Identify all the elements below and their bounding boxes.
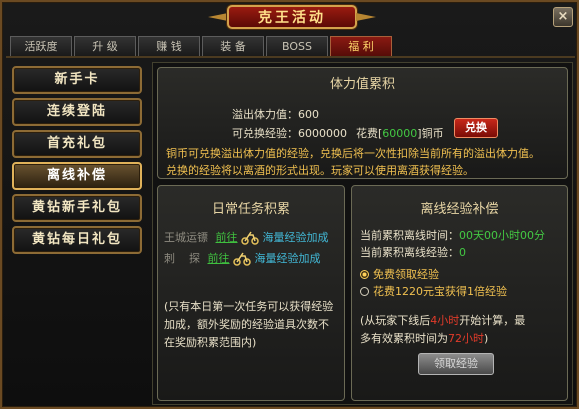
- close-button[interactable]: ×: [553, 7, 573, 27]
- menu-yellow-diamond-newbie[interactable]: 黄钻新手礼包: [12, 194, 142, 222]
- activity-window: 克王活动 × 活跃度 升 级 赚 钱 装 备 BOSS 福 利 新手卡 连续登陆…: [0, 0, 579, 409]
- offline-time-row: 当前累积离线时间：00天00小时00分: [360, 227, 545, 243]
- exchange-button[interactable]: 兑换: [454, 118, 498, 138]
- offline-note-hours: 4小时: [430, 314, 460, 327]
- cost-suffix: ]铜币: [417, 127, 444, 140]
- daily-row-scout: 刺 探 前往 海量经验加成: [164, 250, 321, 266]
- title-ornament-right: [356, 13, 376, 21]
- go-link-escort[interactable]: 前往: [216, 231, 238, 244]
- daily-note-2: 加成，额外奖励的经验道具次数不: [164, 318, 329, 331]
- stamina-note-2: 兑换的经验将以离酒的形式出现。玩家可以使用离酒获得经验。: [166, 164, 474, 177]
- offline-exp-label: 当前累积离线经验：: [360, 246, 459, 259]
- menu-offline-compensation[interactable]: 离线补偿: [12, 162, 142, 190]
- radio-free[interactable]: [360, 269, 369, 279]
- radio-paid[interactable]: [360, 286, 369, 296]
- menu-consecutive-login[interactable]: 连续登陆: [12, 98, 142, 126]
- daily-row-escort: 王城运镖 前往 海量经验加成: [164, 229, 329, 245]
- cost-value: 60000: [382, 127, 418, 140]
- tab-earn-money[interactable]: 赚 钱: [138, 36, 200, 56]
- offline-note-a: (从玩家下线后: [360, 314, 431, 327]
- offline-note-c: 多有效累积时间为: [360, 332, 448, 345]
- window-title: 克王活动: [258, 10, 326, 26]
- offline-exp-row: 当前累积离线经验：0: [360, 244, 466, 260]
- horse-icon: [233, 252, 251, 266]
- offline-note-2: 多有效累积时间为72小时): [360, 330, 488, 346]
- option-free[interactable]: 免费领取经验: [360, 266, 439, 282]
- window-title-plaque: 克王活动: [227, 5, 357, 29]
- tab-activity[interactable]: 活跃度: [10, 36, 72, 56]
- horse-icon: [241, 231, 259, 245]
- offline-note-1: (从玩家下线后4小时开始计算，最: [360, 312, 525, 328]
- exchangeable-label: 可兑换经验：: [232, 127, 298, 140]
- cost-row: 花费[60000]铜币: [356, 125, 444, 141]
- daily-task-panel: 日常任务积累 王城运镖 前往 海量经验加成 刺 探 前往 海量经验加成 (只有本…: [157, 185, 345, 401]
- claim-exp-button[interactable]: 领取经验: [418, 353, 494, 375]
- offline-note-d: ): [484, 332, 489, 345]
- task-name-escort: 王城运镖: [164, 231, 208, 244]
- offline-title: 离线经验补偿: [420, 202, 499, 217]
- offline-time-label: 当前累积离线时间：: [360, 229, 459, 242]
- stamina-note-1: 铜币可兑换溢出体力值的经验，兑换后将一次性扣除当前所有的溢出体力值。: [166, 147, 540, 160]
- stamina-title: 体力值累积: [329, 77, 395, 92]
- daily-note-3: 在奖励积累范围内): [164, 336, 257, 349]
- offline-panel: 离线经验补偿 当前累积离线时间：00天00小时00分 当前累积离线经验：0 免费…: [351, 185, 568, 401]
- exchangeable-row: 可兑换经验：6000000: [232, 125, 347, 141]
- go-link-scout[interactable]: 前往: [208, 252, 230, 265]
- daily-note-1: (只有本日第一次任务可以获得经验: [164, 300, 334, 313]
- cost-prefix: 花费[: [356, 127, 383, 140]
- offline-time-value: 00天00小时00分: [459, 229, 545, 242]
- daily-title: 日常任务积累: [211, 202, 290, 217]
- overflow-label: 溢出体力值：: [232, 108, 298, 121]
- reward-escort: 海量经验加成: [262, 231, 329, 244]
- content-area: 体力值累积 溢出体力值：600 可兑换经验：6000000 花费[60000]铜…: [152, 62, 573, 405]
- title-ornament-left: [208, 13, 228, 21]
- tab-equipment[interactable]: 装 备: [202, 36, 264, 56]
- tab-divider: [6, 56, 575, 58]
- offline-exp-value: 0: [459, 246, 466, 259]
- tab-bar: 活跃度 升 级 赚 钱 装 备 BOSS 福 利: [10, 36, 392, 56]
- overflow-row: 溢出体力值：600: [232, 106, 319, 122]
- menu-newbie-card[interactable]: 新手卡: [12, 66, 142, 94]
- option-free-label: 免费领取经验: [373, 268, 439, 281]
- offline-note-b: 开始计算，最: [459, 314, 526, 327]
- task-name-scout: 刺 探: [164, 252, 200, 265]
- menu-yellow-diamond-daily[interactable]: 黄钻每日礼包: [12, 226, 142, 254]
- tab-welfare[interactable]: 福 利: [330, 36, 392, 56]
- stamina-panel: 体力值累积 溢出体力值：600 可兑换经验：6000000 花费[60000]铜…: [157, 67, 568, 179]
- overflow-value: 600: [298, 108, 319, 121]
- exchangeable-value: 6000000: [298, 127, 347, 140]
- tab-level-up[interactable]: 升 级: [74, 36, 136, 56]
- option-paid[interactable]: 花费1220元宝获得1倍经验: [360, 283, 507, 299]
- reward-scout: 海量经验加成: [254, 252, 321, 265]
- offline-note-max: 72小时: [448, 332, 484, 345]
- menu-first-recharge[interactable]: 首充礼包: [12, 130, 142, 158]
- option-paid-label: 花费1220元宝获得1倍经验: [373, 285, 507, 298]
- tab-boss[interactable]: BOSS: [266, 36, 328, 56]
